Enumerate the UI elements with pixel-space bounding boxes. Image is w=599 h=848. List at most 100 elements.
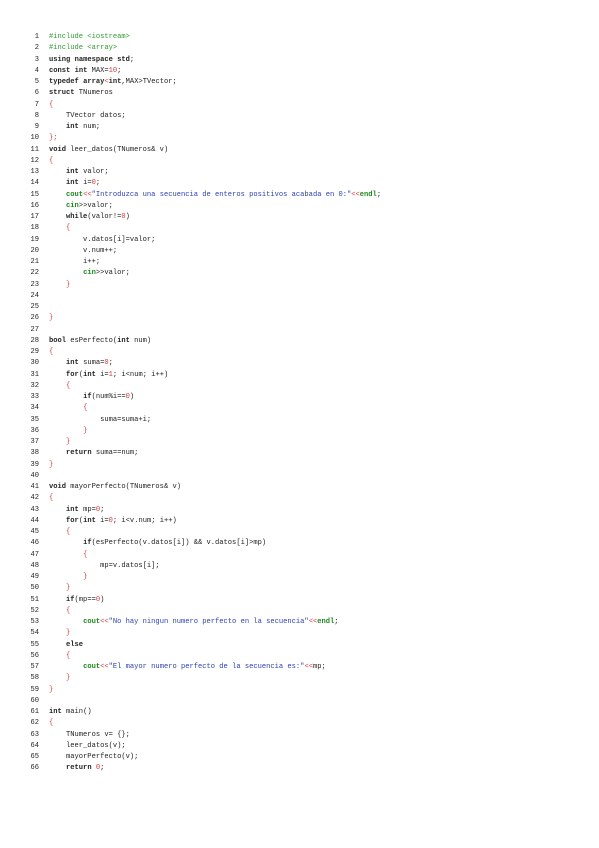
code-token: std xyxy=(117,55,130,64)
code-line: 27 xyxy=(22,325,381,336)
code-line: 41 void mayorPerfecto(TNumeros& v) xyxy=(22,482,381,493)
code-token: int xyxy=(83,370,96,379)
code-token: } xyxy=(49,460,54,469)
code-token: TNumeros xyxy=(74,89,113,98)
code-line: 42 { xyxy=(22,493,381,504)
code-token: ; xyxy=(334,618,339,626)
code-line: 45 { xyxy=(22,527,381,538)
code-line: 48 mp=v.datos[i]; xyxy=(22,561,381,572)
line-number: 43 xyxy=(30,505,39,514)
code-line: 66 return 0; xyxy=(22,763,381,774)
code-token: void xyxy=(49,145,67,154)
code-token: } xyxy=(66,584,71,593)
code-text: using namespace std; xyxy=(49,55,134,66)
line-number: 20 xyxy=(30,246,39,255)
line-number: 47 xyxy=(30,550,39,559)
line-number: 50 xyxy=(30,584,39,593)
code-text: cin>>valor; xyxy=(49,268,130,279)
code-text: int valor; xyxy=(49,167,109,178)
code-token: (esPerfecto(v.datos[i]) && v.datos[i]>mp… xyxy=(91,539,267,548)
code-text: { xyxy=(49,718,53,729)
line-number: 41 xyxy=(30,483,39,491)
code-line: 62 { xyxy=(22,718,381,729)
code-line: 5 typedef array<int,MAX>TVector; xyxy=(22,77,381,88)
code-text: v.datos[i]=valor; xyxy=(49,235,155,246)
code-text: if(mp==0) xyxy=(49,595,104,606)
code-text: while(valor!=0) xyxy=(49,212,130,223)
code-token: esPerfecto( xyxy=(66,336,118,345)
code-text: }; xyxy=(49,133,58,144)
line-number: 23 xyxy=(30,280,39,289)
code-token: { xyxy=(66,606,71,615)
code-token: typedef xyxy=(49,78,79,86)
line-number: 12 xyxy=(30,156,39,165)
code-line: 37 } xyxy=(22,437,381,448)
code-token: mayorPerfecto(v); xyxy=(49,753,139,761)
line-number: 34 xyxy=(30,404,39,413)
code-line: 52 { xyxy=(22,606,381,617)
code-token: int xyxy=(117,336,130,345)
code-text: void leer_datos(TNumeros& v) xyxy=(49,145,168,156)
line-number: 40 xyxy=(30,471,39,480)
code-text: int mp=0; xyxy=(49,505,104,516)
code-token: endl xyxy=(359,190,377,199)
code-token: int xyxy=(108,78,122,86)
code-text: TNumeros v= {}; xyxy=(49,730,130,741)
code-text: bool esPerfecto(int num) xyxy=(49,336,151,347)
line-number: 9 xyxy=(34,123,39,131)
code-token: << xyxy=(304,663,313,671)
code-token: ; xyxy=(376,190,382,199)
code-line: 24 xyxy=(22,291,381,302)
line-number: 4 xyxy=(34,66,39,75)
code-line: 1 #include <iostream> xyxy=(22,32,381,43)
code-text: cout<<"El mayor numero perfecto de la se… xyxy=(49,662,326,673)
code-token: int xyxy=(83,516,96,525)
code-token: } xyxy=(83,573,88,581)
line-number: 66 xyxy=(30,764,39,773)
code-line: 33 if(num%i==0) xyxy=(22,392,381,403)
code-line: 26} xyxy=(22,313,381,324)
line-number: 2 xyxy=(34,44,39,53)
code-token: cin xyxy=(83,269,96,278)
code-token: cout xyxy=(83,618,101,626)
code-text: return 0; xyxy=(49,763,104,774)
line-number: 59 xyxy=(30,685,39,694)
code-text: mp=v.datos[i]; xyxy=(49,561,160,572)
code-token: mp=v.datos[i]; xyxy=(49,561,160,570)
line-number: 56 xyxy=(30,651,39,660)
code-text: const int MAX=10; xyxy=(49,66,121,77)
code-token: { xyxy=(49,494,54,503)
code-line: 59} xyxy=(22,685,381,696)
code-text: { xyxy=(49,156,53,167)
code-text: typedef array<int,MAX>TVector; xyxy=(49,77,177,88)
code-line: 44 for(int i=0; i<v.num; i++) xyxy=(22,516,381,527)
code-token: ; xyxy=(108,359,113,368)
code-token: { xyxy=(83,404,88,413)
code-text: } xyxy=(49,583,70,594)
code-token: ; xyxy=(129,55,135,64)
code-token: << xyxy=(100,663,109,671)
code-token: (valor!= xyxy=(87,213,122,221)
code-token: int xyxy=(66,359,79,368)
code-line: 18 { xyxy=(22,223,381,234)
line-number: 55 xyxy=(30,640,39,649)
code-token: leer_datos(v); xyxy=(49,741,126,750)
code-text: #include <iostream> xyxy=(49,32,130,43)
code-token: "No hay ningun numero perfecto en la sec… xyxy=(108,618,309,626)
code-token: << xyxy=(308,618,318,626)
code-line: 40 xyxy=(22,471,381,482)
code-line: 65 mayorPerfecto(v); xyxy=(22,752,381,763)
code-line: 29 { xyxy=(22,347,381,358)
code-token: if xyxy=(66,595,75,604)
line-number: 49 xyxy=(30,573,39,581)
code-line: 16 cin>>valor; xyxy=(22,201,381,212)
code-token: array xyxy=(83,78,105,86)
code-text: v.num++; xyxy=(49,246,117,257)
